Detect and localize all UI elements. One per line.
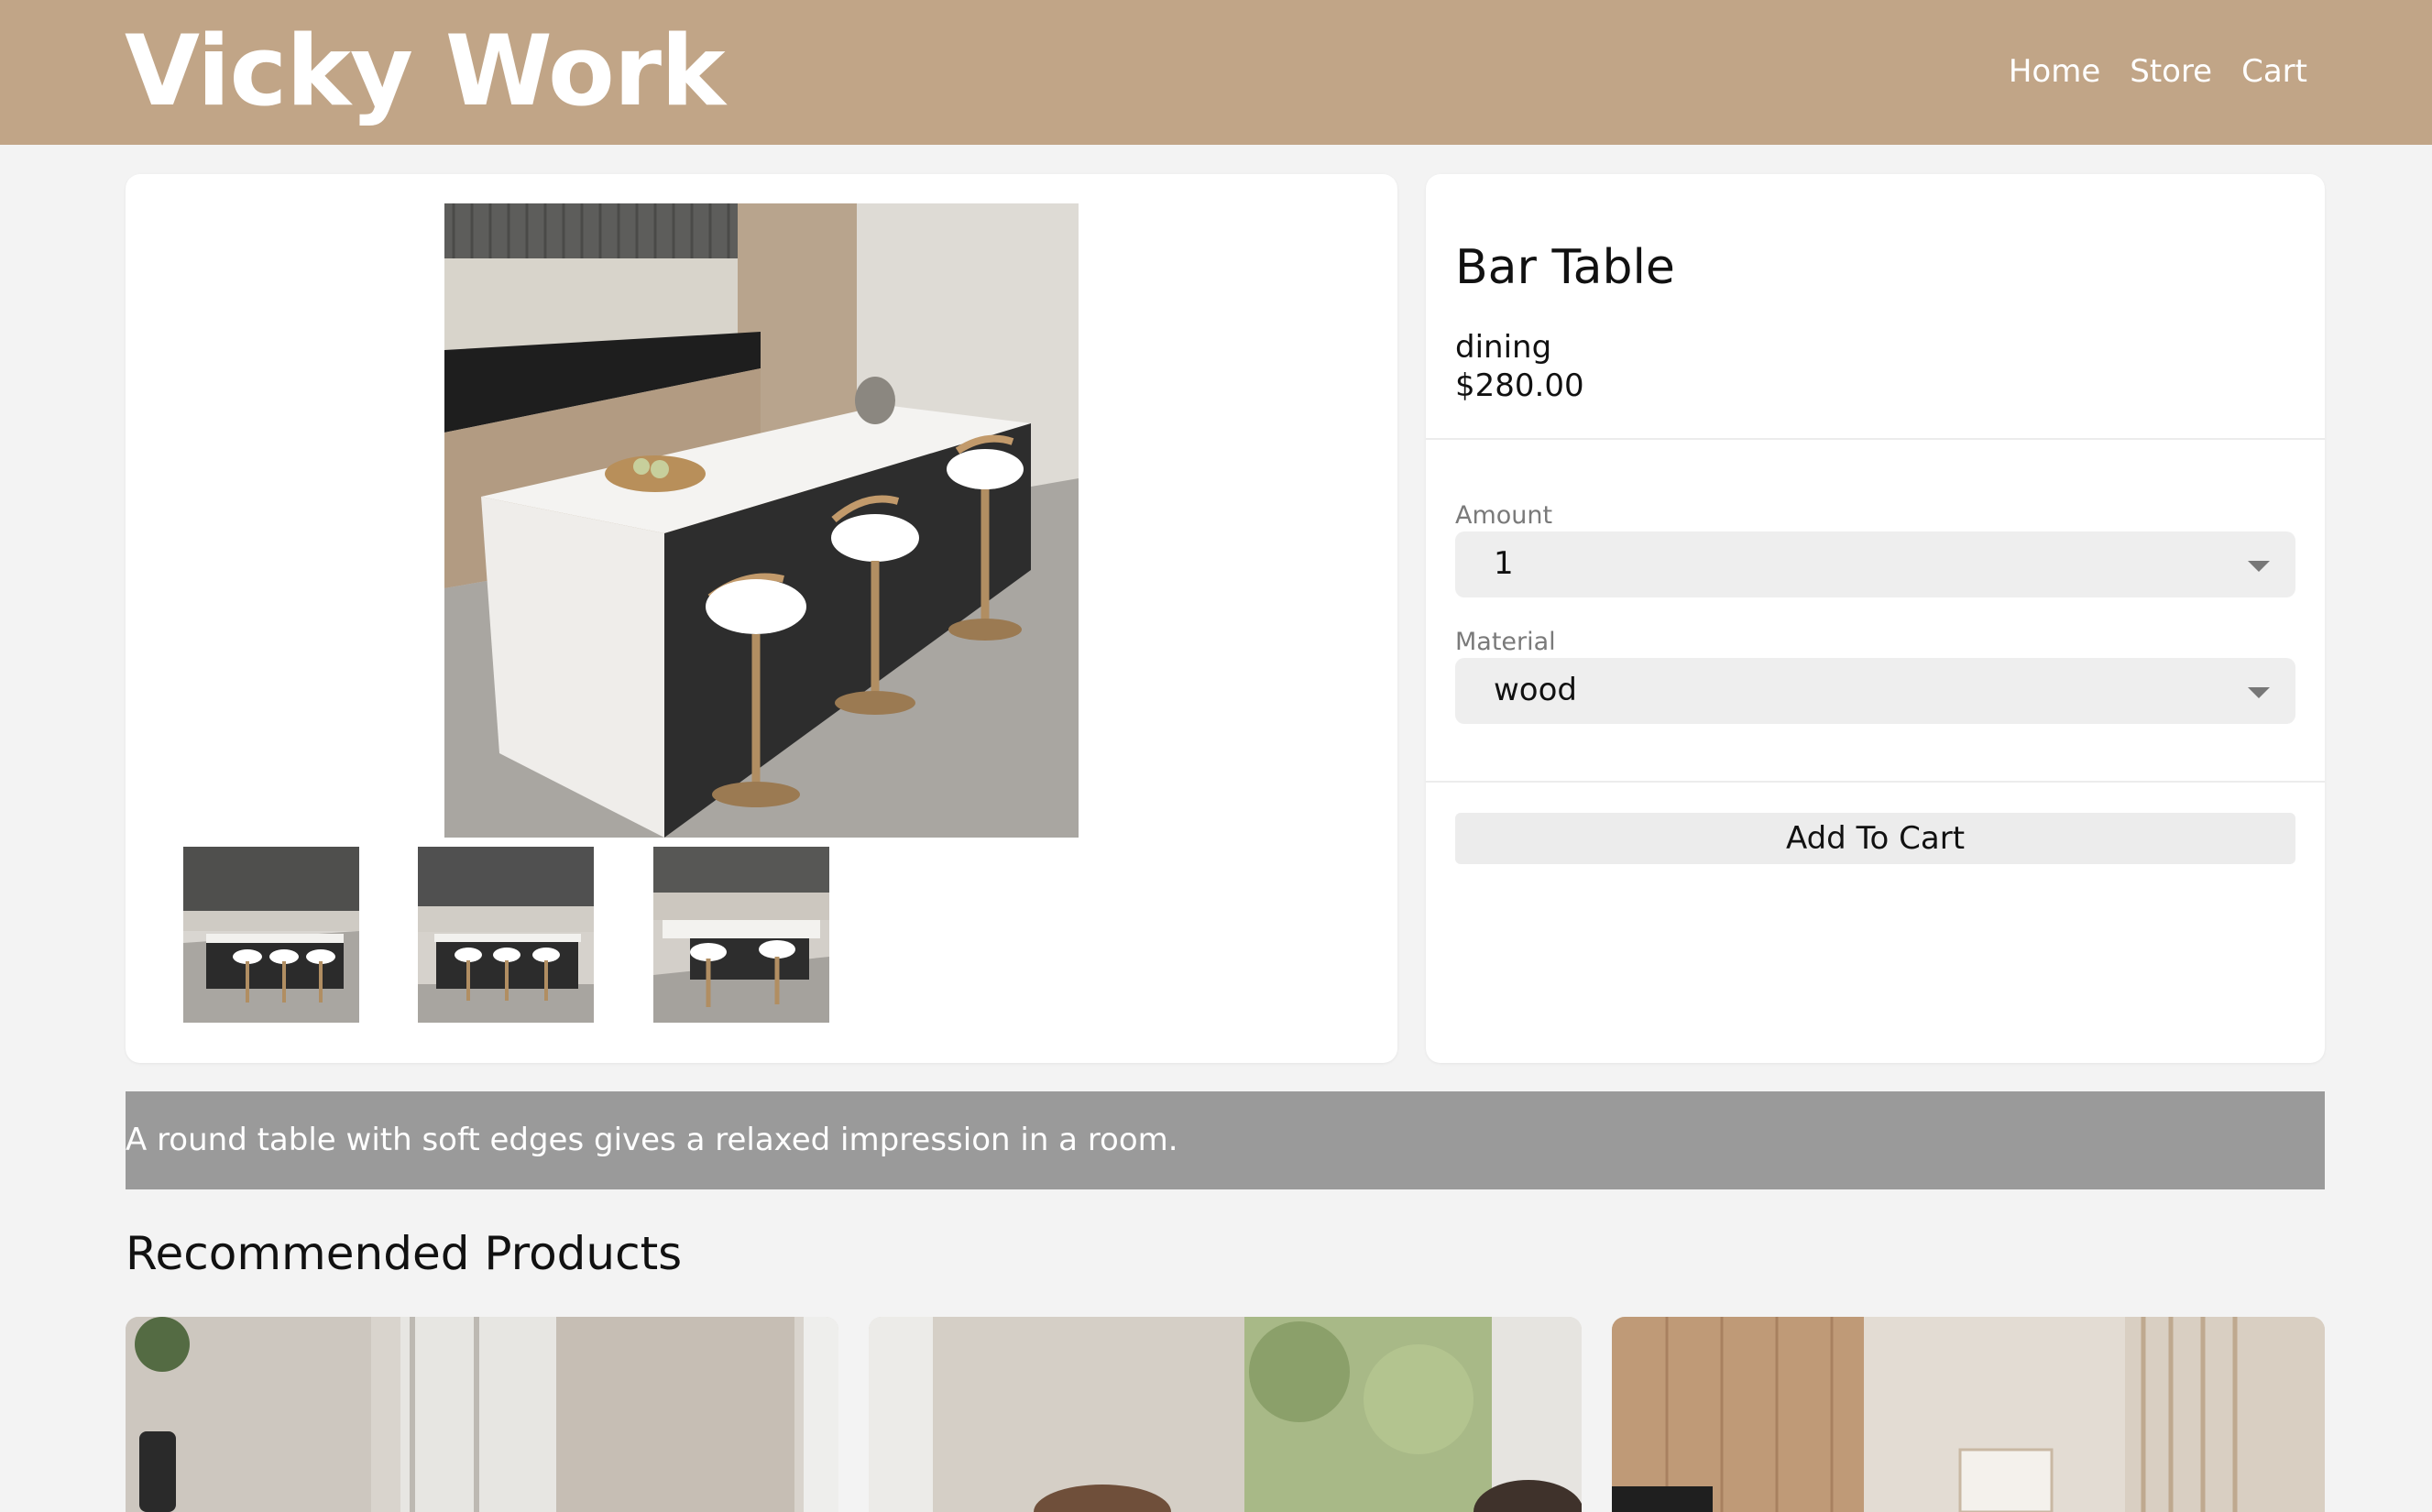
nav-cart-link[interactable]: Cart <box>2241 48 2307 95</box>
thumbnail-1[interactable] <box>183 847 359 1023</box>
main-product-image <box>444 203 1079 838</box>
site-header: Vicky Work Home Store Cart <box>0 0 2432 145</box>
product-info-panel: Bar Table dining $280.00 Amount 1 Materi… <box>1426 174 2325 1063</box>
thumbnail-2[interactable] <box>418 847 594 1023</box>
product-title: Bar Table <box>1455 240 1675 295</box>
nav-home-link[interactable]: Home <box>2009 48 2100 95</box>
material-select[interactable]: wood <box>1455 658 2295 724</box>
recommended-product-card[interactable] <box>869 1317 1582 1512</box>
recommended-product-card[interactable] <box>126 1317 838 1512</box>
chevron-down-icon <box>2248 687 2270 698</box>
recommended-product-card[interactable] <box>1612 1317 2325 1512</box>
add-to-cart-button[interactable]: Add To Cart <box>1455 813 2295 864</box>
nav-store-link[interactable]: Store <box>2130 48 2212 95</box>
main-nav: Home Store Cart <box>2009 48 2307 95</box>
amount-value: 1 <box>1494 545 1514 582</box>
chevron-down-icon <box>2248 561 2270 572</box>
divider <box>1426 781 2325 783</box>
product-category: dining <box>1455 329 1552 366</box>
amount-select[interactable]: 1 <box>1455 531 2295 597</box>
product-gallery <box>126 174 1397 1063</box>
material-label: Material <box>1455 628 1556 656</box>
amount-label: Amount <box>1455 501 1553 530</box>
material-value: wood <box>1494 672 1577 708</box>
divider <box>1426 438 2325 440</box>
thumbnail-3[interactable] <box>653 847 829 1023</box>
recommended-products-heading: Recommended Products <box>126 1227 683 1280</box>
brand-logo[interactable]: Vicky Work <box>125 16 726 126</box>
product-description: A round table with soft edges gives a re… <box>126 1091 2325 1189</box>
product-price: $280.00 <box>1455 367 1584 404</box>
